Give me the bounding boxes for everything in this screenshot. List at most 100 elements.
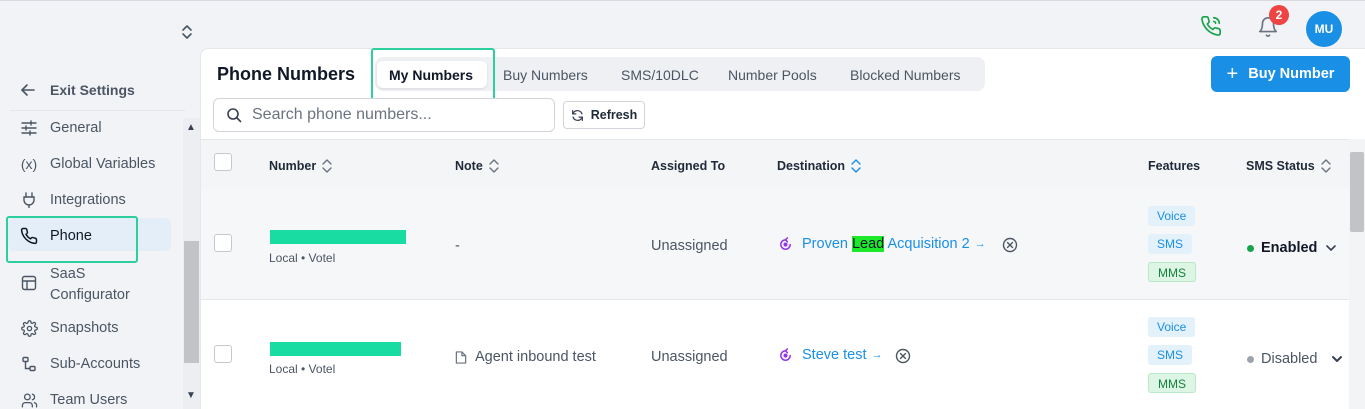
destination-highlight: Lead <box>851 236 885 252</box>
user-avatar[interactable]: MU <box>1306 11 1342 47</box>
feature-chip-sms: SMS <box>1148 234 1193 254</box>
column-label: Features <box>1148 159 1201 173</box>
column-header-assigned-to: Assigned To <box>651 159 725 173</box>
sidebar-item-label: Sub-Accounts <box>50 356 141 372</box>
workflow-icon <box>778 347 793 363</box>
note-cell: Agent inbound test <box>455 349 596 365</box>
sort-icon[interactable] <box>322 158 332 174</box>
exit-settings-label: Exit Settings <box>50 82 135 98</box>
destination-link[interactable]: Steve test → <box>778 347 882 363</box>
sidebar-item-label: Global Variables <box>50 156 156 172</box>
sliders-icon <box>20 119 38 137</box>
phone-call-icon[interactable] <box>1200 15 1222 37</box>
buy-number-label: Buy Number <box>1248 66 1335 82</box>
redacted-phone-number <box>270 342 401 356</box>
sidebar-item-label: Snapshots <box>50 320 119 336</box>
saas-line-1: SaaS <box>50 266 86 282</box>
number-type-label: Local • Votel <box>269 251 336 265</box>
feature-chip-mms: MMS <box>1148 262 1196 282</box>
status-dot-icon <box>1247 244 1254 252</box>
column-header-features: Features <box>1148 159 1200 173</box>
select-all-checkbox[interactable] <box>214 153 232 171</box>
scroll-up-icon[interactable]: ▲ <box>186 122 196 133</box>
sidebar-item-sub-accounts[interactable]: Sub-Accounts <box>20 353 140 375</box>
plus-icon: + <box>1226 63 1239 85</box>
column-label: Destination <box>777 159 846 173</box>
sidebar-item-snapshots[interactable]: Snapshots <box>20 317 119 339</box>
sidebar-scroll-thumb[interactable] <box>184 241 199 363</box>
users-icon <box>20 391 38 409</box>
feature-chip-voice: Voice <box>1148 317 1196 337</box>
row-checkbox[interactable] <box>214 345 232 363</box>
refresh-icon <box>571 109 591 122</box>
assigned-to-cell: Unassigned <box>651 349 728 365</box>
variable-icon: (x) <box>20 156 38 172</box>
table-scroll-thumb[interactable] <box>1350 152 1364 232</box>
tab-buy-numbers[interactable]: Buy Numbers <box>503 67 588 83</box>
column-header-destination[interactable]: Destination <box>777 158 861 174</box>
feature-chip-sms: SMS <box>1148 345 1193 365</box>
page-title: Phone Numbers <box>217 64 356 84</box>
sidebar-item-team-users[interactable]: Team Users <box>20 389 127 409</box>
assigned-to-cell: Unassigned <box>651 238 728 254</box>
sms-status-label: Enabled <box>1261 240 1318 256</box>
sidebar-item-label: Team Users <box>50 392 128 408</box>
chevron-down-icon[interactable] <box>1330 352 1344 366</box>
workflow-icon <box>778 236 793 252</box>
column-header-note[interactable]: Note <box>455 158 499 174</box>
sort-icon[interactable] <box>851 158 861 174</box>
sidebar-item-general[interactable]: General <box>20 117 102 139</box>
column-label: Note <box>455 159 483 173</box>
sidebar-item-integrations[interactable]: Integrations <box>20 189 126 211</box>
buy-number-button[interactable]: + Buy Number <box>1211 56 1350 92</box>
column-header-sms-status[interactable]: SMS Status <box>1246 158 1331 174</box>
search-icon <box>214 107 242 123</box>
sidebar-item-global-variables[interactable]: (x) Global Variables <box>20 153 156 175</box>
destination-text: Acquisition 2 <box>884 236 970 252</box>
search-input[interactable] <box>252 106 532 124</box>
phone-highlight-outline <box>6 216 138 263</box>
scroll-down-icon[interactable]: ▼ <box>186 390 196 401</box>
remove-destination-icon[interactable] <box>895 348 911 364</box>
sidebar-collapse-icon[interactable] <box>180 23 194 41</box>
redacted-phone-number <box>270 230 406 244</box>
tab-blocked-numbers[interactable]: Blocked Numbers <box>850 67 961 83</box>
arrow-right-icon: → <box>871 349 883 361</box>
column-header-number[interactable]: Number <box>269 158 332 174</box>
exit-settings-link[interactable]: Exit Settings <box>20 80 135 100</box>
destination-link[interactable]: Proven Lead Acquisition 2 → <box>778 236 986 252</box>
chevron-down-icon[interactable] <box>1324 241 1338 255</box>
tab-number-pools[interactable]: Number Pools <box>728 67 817 83</box>
sms-status[interactable]: Enabled <box>1247 240 1317 256</box>
column-label: SMS Status <box>1246 159 1315 173</box>
sidebar-item-label: SaaS Configurator <box>50 264 130 306</box>
arrow-left-icon <box>20 82 36 98</box>
row-checkbox[interactable] <box>214 234 232 252</box>
layout-icon <box>20 274 38 292</box>
note-cell: - <box>455 238 460 254</box>
note-icon <box>455 350 475 364</box>
notification-badge: 2 <box>1269 5 1289 25</box>
arrow-right-icon: → <box>974 238 986 250</box>
sub-accounts-icon <box>20 355 38 373</box>
sort-icon[interactable] <box>1321 158 1331 174</box>
gear-icon <box>20 319 38 337</box>
sort-icon[interactable] <box>489 158 499 174</box>
refresh-button[interactable]: Refresh <box>563 101 645 129</box>
saas-line-2: Configurator <box>50 287 130 303</box>
search-box <box>213 98 555 132</box>
column-label: Assigned To <box>651 159 726 173</box>
feature-chip-mms: MMS <box>1148 373 1196 393</box>
number-type-label: Local • Votel <box>269 362 336 376</box>
sms-status[interactable]: Disabled <box>1247 351 1317 367</box>
top-bar: 2 MU <box>0 0 1365 48</box>
tab-sms-10dlc[interactable]: SMS/10DLC <box>621 67 699 83</box>
sms-status-label: Disabled <box>1261 351 1318 367</box>
sidebar-divider <box>10 110 185 111</box>
feature-chip-voice: Voice <box>1148 206 1196 226</box>
sidebar-item-saas-configurator[interactable] <box>20 272 50 294</box>
sidebar-item-label: General <box>50 120 102 136</box>
remove-destination-icon[interactable] <box>1002 237 1018 253</box>
refresh-label: Refresh <box>590 108 638 122</box>
status-dot-icon <box>1247 355 1254 363</box>
